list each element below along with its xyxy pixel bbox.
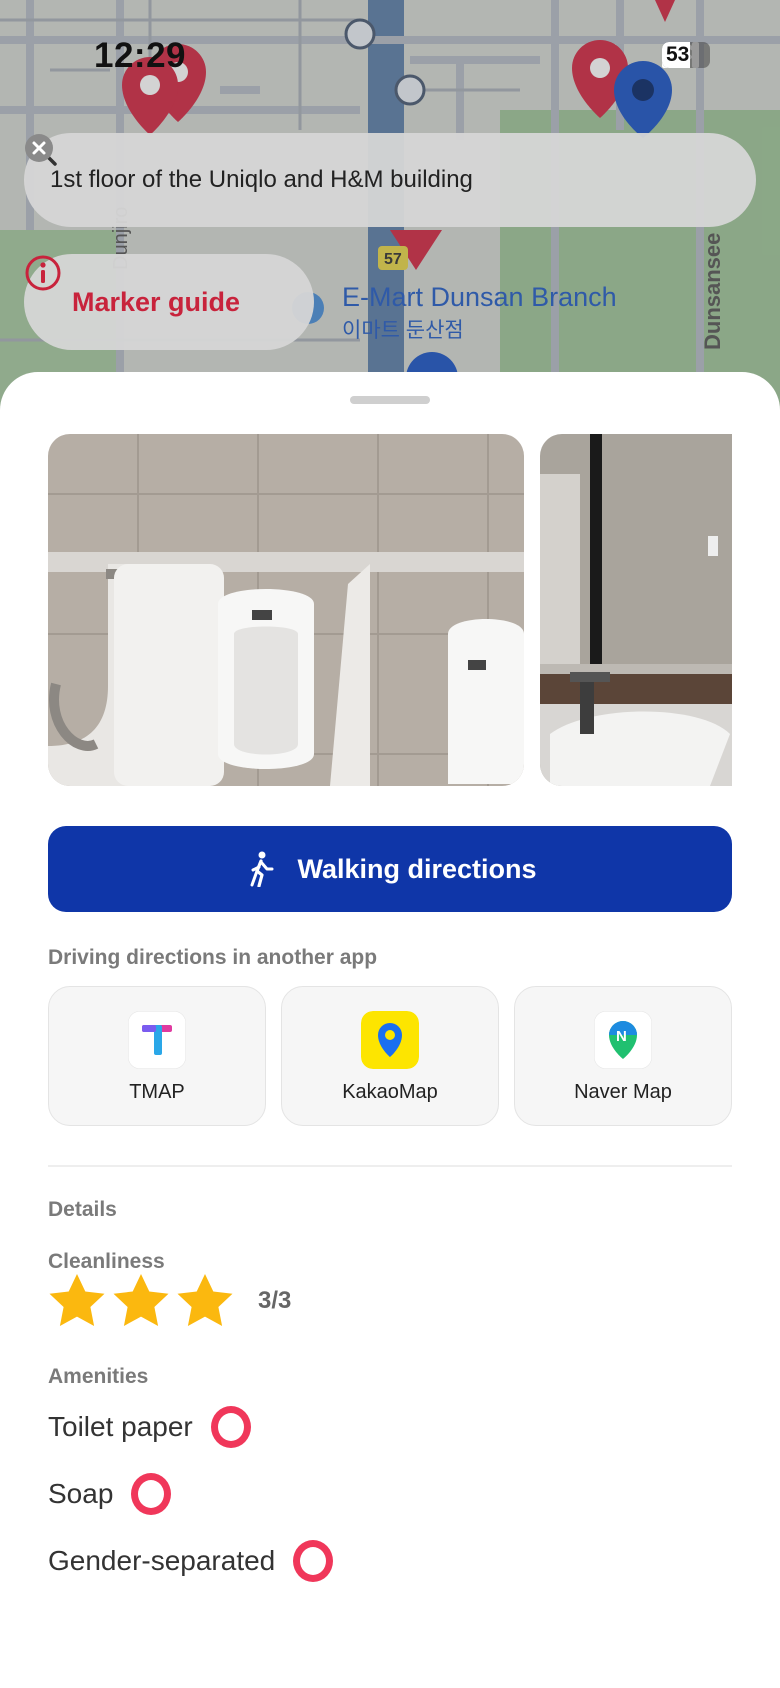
map-road-label: Dunsansee bbox=[700, 232, 725, 350]
sheet-drag-handle[interactable] bbox=[350, 396, 430, 404]
clear-search-icon[interactable] bbox=[24, 133, 54, 163]
detail-sheet: Walking directions Driving directions in… bbox=[0, 372, 780, 1688]
map-place-label: E-Mart Dunsan Branch bbox=[342, 282, 617, 312]
urinals-photo-illustration bbox=[48, 434, 524, 786]
app-card-tmap[interactable]: TMAP bbox=[48, 986, 266, 1126]
amenity-name: Soap bbox=[48, 1478, 114, 1509]
battery-icon: 53 bbox=[662, 42, 710, 68]
status-icons: 53 bbox=[662, 42, 710, 68]
walking-person-icon bbox=[250, 851, 274, 887]
tmap-icon bbox=[128, 1011, 186, 1069]
svg-text:N: N bbox=[616, 1028, 627, 1045]
amenity-name: Toilet paper bbox=[48, 1411, 193, 1442]
amenity-item: Soap bbox=[48, 1473, 172, 1515]
available-mark-icon bbox=[131, 1473, 172, 1515]
star-icon bbox=[177, 1274, 233, 1326]
amenity-name: Gender-separated bbox=[48, 1545, 276, 1576]
marker-guide-button[interactable]: Marker guide bbox=[24, 254, 314, 350]
map-view[interactable]: 57 E-Mart Dunsan Branch 이마트 둔산점 Dunjiro … bbox=[0, 0, 780, 420]
info-icon bbox=[25, 255, 61, 291]
photo-carousel[interactable] bbox=[48, 434, 732, 786]
walking-directions-label: Walking directions bbox=[297, 853, 537, 884]
restroom-photo[interactable] bbox=[48, 434, 524, 786]
app-card-kakaomap[interactable]: KakaoMap bbox=[281, 986, 499, 1126]
driving-directions-label: Driving directions in another app bbox=[48, 946, 378, 969]
driving-apps-row: TMAP KakaoMap N Naver Map bbox=[48, 986, 732, 1126]
map-place-label-korean: 이마트 둔산점 bbox=[342, 319, 464, 342]
available-mark-icon bbox=[293, 1540, 334, 1582]
app-card-naver-map[interactable]: N Naver Map bbox=[514, 986, 732, 1126]
battery-level: 53 bbox=[666, 43, 690, 66]
kakaomap-icon bbox=[361, 1011, 419, 1069]
app-name: Naver Map bbox=[574, 1081, 672, 1103]
search-bar[interactable]: 1st floor of the Uniqlo and H&M building bbox=[24, 133, 756, 227]
amenities-label: Amenities bbox=[48, 1365, 149, 1388]
walking-directions-button[interactable]: Walking directions bbox=[48, 826, 732, 912]
cleanliness-rating: 3/3 bbox=[48, 1272, 291, 1330]
available-mark-icon bbox=[210, 1406, 251, 1448]
naver-map-icon: N bbox=[594, 1011, 652, 1069]
app-name: KakaoMap bbox=[342, 1081, 438, 1103]
marker-guide-label: Marker guide bbox=[72, 286, 241, 317]
amenity-item: Gender-separated bbox=[48, 1540, 334, 1582]
amenity-item: Toilet paper bbox=[48, 1406, 251, 1448]
app-name: TMAP bbox=[129, 1081, 185, 1103]
details-label: Details bbox=[48, 1198, 117, 1221]
star-icon bbox=[49, 1274, 105, 1326]
restroom-photo[interactable] bbox=[540, 434, 732, 786]
star-icon bbox=[113, 1274, 169, 1326]
status-time: 12:29 bbox=[94, 36, 187, 75]
section-divider bbox=[48, 1165, 732, 1167]
sink-photo-illustration bbox=[540, 434, 732, 786]
cleanliness-label: Cleanliness bbox=[48, 1250, 165, 1273]
search-input[interactable]: 1st floor of the Uniqlo and H&M building bbox=[50, 166, 730, 194]
cleanliness-rating-text: 3/3 bbox=[258, 1287, 292, 1314]
